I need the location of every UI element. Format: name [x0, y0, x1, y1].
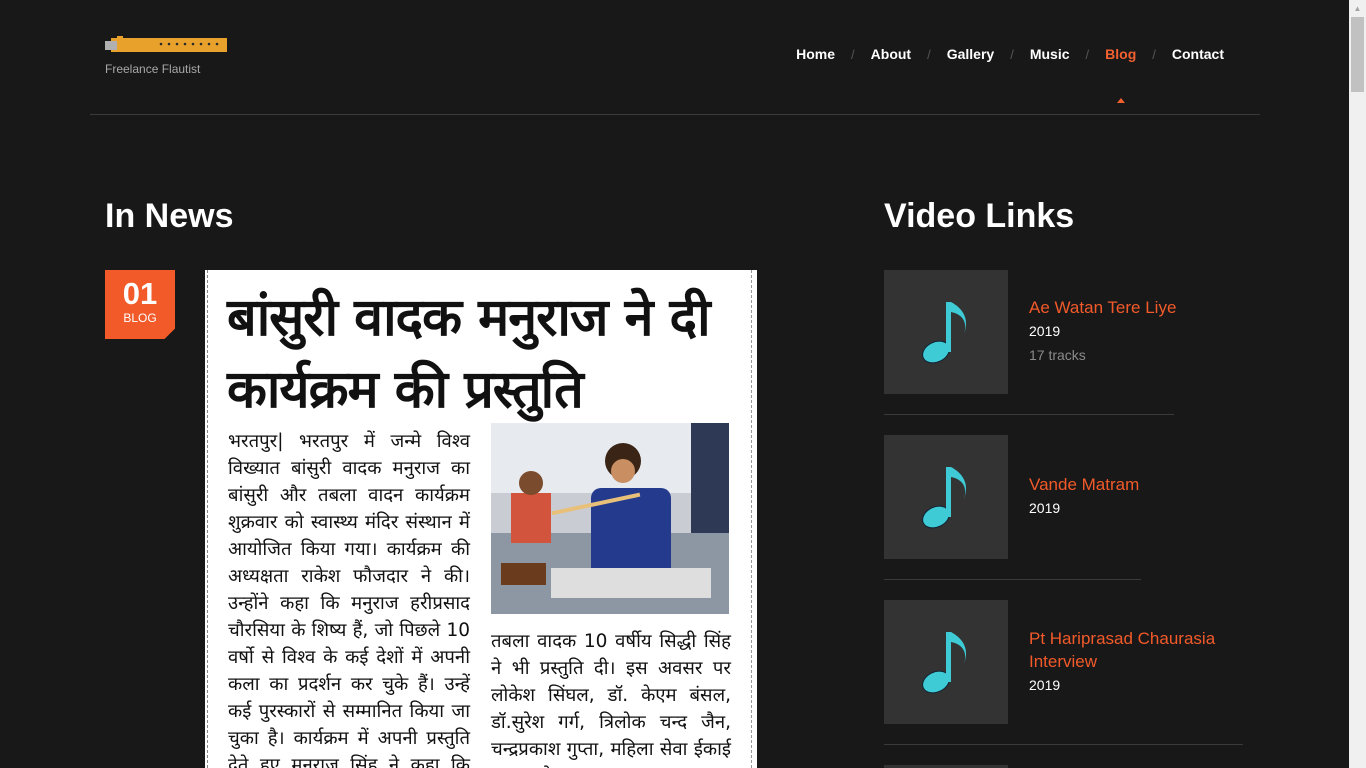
site-logo-flute[interactable]	[105, 34, 228, 54]
video-thumbnail[interactable]	[884, 600, 1008, 724]
video-title[interactable]: Vande Matram	[1029, 473, 1244, 496]
post-day: 01	[122, 276, 158, 311]
video-year: 2019	[1029, 500, 1061, 516]
video-thumbnail[interactable]	[884, 270, 1008, 394]
nav-separator: /	[1010, 46, 1014, 62]
clipping-column-1: भरतपुर| भरतपुर में जन्मे विश्व विख्यात ब…	[228, 431, 470, 768]
news-heading: In News	[105, 197, 234, 235]
video-item[interactable]: Ae Watan Tere Liye 2019 17 tracks	[884, 270, 1244, 394]
nav-gallery[interactable]: Gallery	[947, 46, 994, 62]
music-note-icon	[922, 632, 967, 694]
video-tracks-count: 17 tracks	[1029, 347, 1086, 363]
nav-separator: /	[1085, 46, 1090, 62]
main-nav: Home / About / Gallery / Music / Blog / …	[796, 46, 1224, 103]
video-thumbnail[interactable]	[884, 435, 1008, 559]
clipping-column-2: तबला वादक 10 वर्षीय सिद्धी सिंह ने भी प्…	[491, 631, 731, 768]
header-divider	[90, 114, 1260, 115]
nav-separator: /	[927, 46, 931, 62]
video-item[interactable]: Pt Hariprasad Chaurasia Interview 2019	[884, 600, 1244, 724]
performance-photo	[491, 423, 729, 614]
flute-logo-icon	[105, 36, 227, 52]
nav-separator: /	[1152, 46, 1156, 62]
scrollbar-thumb[interactable]	[1351, 17, 1364, 92]
video-title[interactable]: Pt Hariprasad Chaurasia Interview	[1029, 627, 1244, 673]
video-title[interactable]: Ae Watan Tere Liye	[1029, 296, 1244, 319]
clipping-edge	[207, 270, 209, 768]
music-note-icon	[922, 467, 967, 529]
video-year: 2019	[1029, 677, 1061, 693]
video-divider	[884, 579, 1141, 580]
nav-blog[interactable]: Blog	[1105, 46, 1136, 103]
video-links-heading: Video Links	[884, 197, 1075, 235]
post-category-label: BLOG	[123, 311, 157, 325]
page-scrollbar[interactable]: ▲	[1349, 0, 1366, 768]
video-divider	[884, 414, 1174, 415]
nav-music[interactable]: Music	[1030, 46, 1070, 62]
nav-separator: /	[851, 46, 855, 62]
video-item[interactable]: Vande Matram 2019	[884, 435, 1244, 559]
nav-home[interactable]: Home	[796, 46, 835, 62]
video-meta: Vande Matram 2019	[1029, 473, 1244, 518]
video-divider	[884, 744, 1243, 745]
nav-about[interactable]: About	[871, 46, 911, 62]
nav-contact[interactable]: Contact	[1172, 46, 1224, 62]
post-date-badge: 01 BLOG	[105, 270, 175, 339]
music-note-icon	[922, 302, 967, 364]
video-meta: Pt Hariprasad Chaurasia Interview 2019	[1029, 627, 1244, 695]
newspaper-clipping-image[interactable]: बांसुरी वादक मनुराज ने दी कार्यक्रम की प…	[205, 270, 757, 768]
clipping-headline: बांसुरी वादक मनुराज ने दी कार्यक्रम की प…	[227, 288, 711, 420]
video-year: 2019	[1029, 323, 1061, 339]
clipping-edge	[751, 270, 753, 768]
scroll-up-arrow-icon[interactable]: ▲	[1349, 0, 1366, 17]
video-meta: Ae Watan Tere Liye 2019 17 tracks	[1029, 296, 1244, 365]
site-tagline: Freelance Flautist	[105, 62, 201, 76]
